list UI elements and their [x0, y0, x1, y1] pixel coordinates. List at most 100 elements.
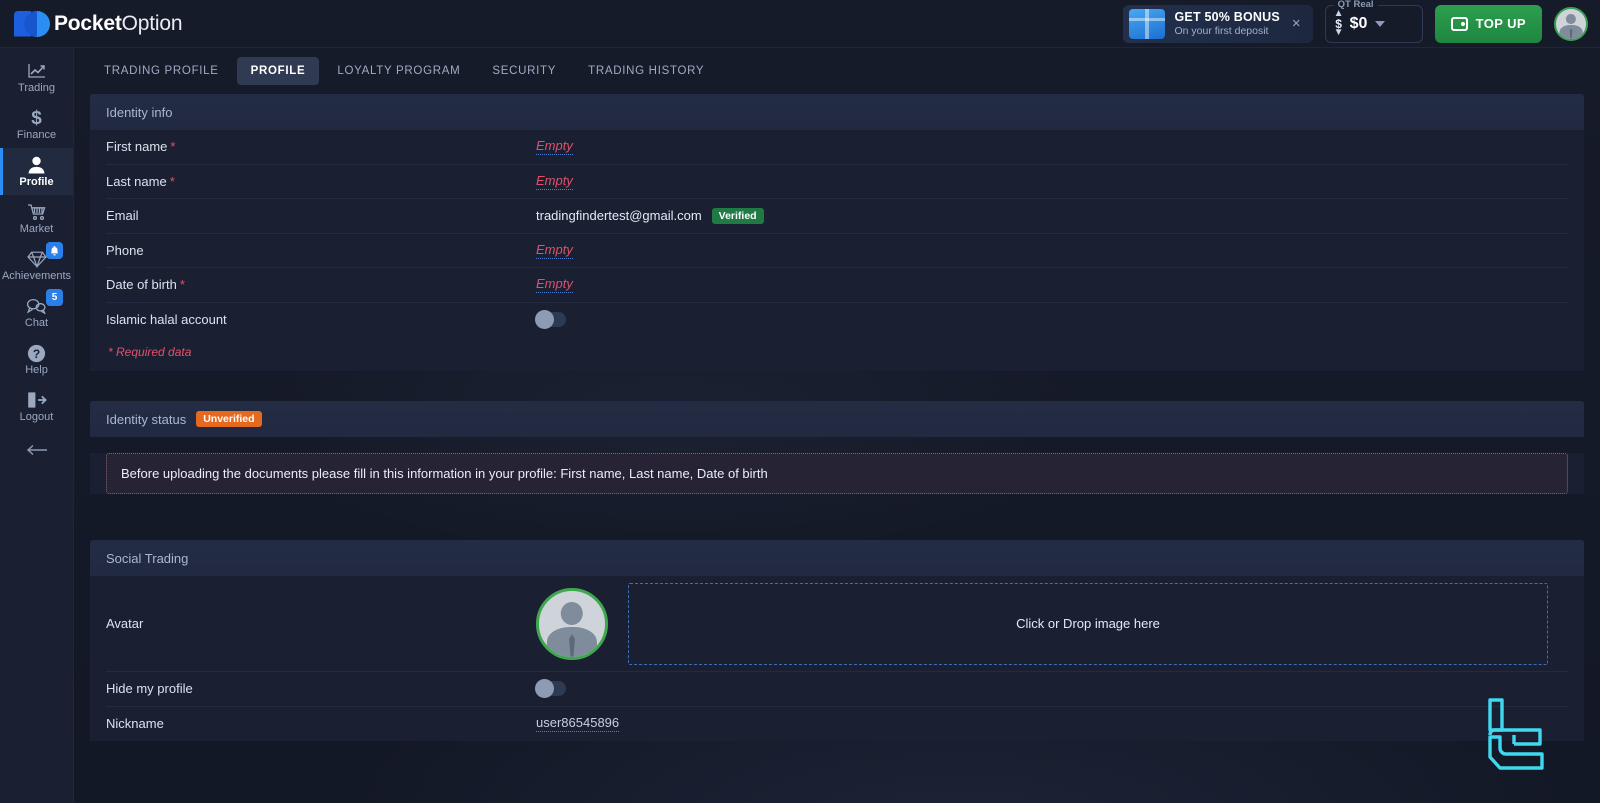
- account-type-label: QT Real: [1333, 0, 1378, 10]
- updown-arrows-icon[interactable]: ▲ $ ▼: [1334, 9, 1344, 38]
- row-date-of-birth: Date of birth * Empty: [106, 268, 1568, 303]
- app-root: PocketOption GET 50% BONUS On your first…: [0, 0, 1600, 803]
- tab-trading-profile[interactable]: TRADING PROFILE: [90, 57, 233, 85]
- avatar-dropzone[interactable]: Click or Drop image here: [628, 582, 1548, 665]
- top-up-label: TOP UP: [1475, 16, 1526, 31]
- sidebar-item-finance[interactable]: $ Finance: [0, 101, 73, 148]
- row-label: Date of birth *: [106, 277, 536, 292]
- profile-tabs: TRADING PROFILE PROFILE LOYALTY PROGRAM …: [74, 48, 1600, 94]
- section-title: Social Trading: [106, 550, 189, 566]
- main-content: TRADING PROFILE PROFILE LOYALTY PROGRAM …: [74, 48, 1600, 803]
- tab-profile[interactable]: PROFILE: [236, 57, 320, 85]
- row-value: Empty: [536, 276, 573, 294]
- logout-icon: [27, 390, 47, 410]
- identity-info-heading: Identity info: [90, 94, 1584, 130]
- required-asterisk: *: [170, 139, 176, 155]
- pocketoption-logo-icon: [14, 9, 50, 39]
- bonus-banner[interactable]: GET 50% BONUS On your first deposit ×: [1122, 4, 1313, 43]
- row-label: Last name *: [106, 174, 536, 189]
- identity-status-heading: Identity status Unverified: [90, 401, 1584, 437]
- row-hide-my-profile: Hide my profile: [106, 672, 1568, 707]
- row-label: Phone: [106, 243, 536, 258]
- sidebar-collapse-button[interactable]: [0, 430, 73, 470]
- nickname-value[interactable]: user86545896: [536, 715, 620, 733]
- tab-security[interactable]: SECURITY: [478, 57, 570, 85]
- top-bar-right: GET 50% BONUS On your first deposit × QT…: [1122, 0, 1588, 43]
- cart-icon: [27, 202, 47, 222]
- brand-name: PocketOption: [54, 11, 183, 36]
- avatar-label: Avatar: [106, 616, 144, 631]
- user-icon: [28, 155, 45, 175]
- row-value: tradingfindertest@gmail.com Verified: [536, 207, 764, 224]
- hide-profile-toggle[interactable]: [535, 679, 566, 699]
- row-avatar: Avatar Click or Drop image here: [106, 576, 1568, 672]
- islamic-halal-label: Islamic halal account: [106, 312, 227, 328]
- sidebar-item-logout[interactable]: Logout: [0, 383, 73, 430]
- brand-name-light: Option: [121, 11, 183, 35]
- sidebar-item-trading[interactable]: Trading: [0, 54, 73, 101]
- bonus-title: GET 50% BONUS: [1174, 10, 1280, 24]
- row-value: [535, 679, 566, 699]
- status-badge: Unverified: [196, 411, 262, 427]
- chat-bubble-icon: [26, 296, 47, 316]
- dropzone-label: Click or Drop image here: [1016, 616, 1160, 631]
- gift-box-icon: [1128, 8, 1165, 39]
- social-trading-heading: Social Trading: [90, 540, 1584, 576]
- row-label: First name *: [106, 139, 536, 154]
- sidebar-item-label: Trading: [18, 82, 55, 94]
- phone-value[interactable]: Empty: [536, 242, 573, 259]
- row-email: Email tradingfindertest@gmail.com Verifi…: [106, 199, 1568, 234]
- dollar-icon: $: [31, 107, 42, 129]
- first-name-value[interactable]: Empty: [536, 138, 573, 156]
- top-up-button[interactable]: TOP UP: [1434, 4, 1542, 43]
- sidebar-item-label: Market: [19, 223, 54, 235]
- sidebar-item-achievements[interactable]: Achievements: [0, 242, 73, 289]
- svg-text:?: ?: [33, 347, 40, 361]
- achievements-bell-badge[interactable]: [46, 242, 63, 259]
- question-circle-icon: ?: [27, 343, 46, 363]
- section-title: Identity info: [106, 104, 173, 120]
- date-of-birth-value[interactable]: Empty: [536, 276, 573, 294]
- islamic-halal-toggle[interactable]: [535, 310, 566, 330]
- chevron-down-icon[interactable]: [1375, 20, 1386, 27]
- tab-loyalty-program[interactable]: LOYALTY PROGRAM: [323, 57, 474, 85]
- sidebar-item-label: Profile: [19, 176, 54, 188]
- row-last-name: Last name * Empty: [106, 165, 1568, 199]
- balance-amount: $0: [1349, 14, 1368, 32]
- row-value: [535, 310, 566, 330]
- user-avatar-icon[interactable]: [1554, 6, 1588, 41]
- required-data-note: * Required data: [108, 345, 192, 359]
- first-name-label: First name: [106, 139, 168, 155]
- chart-line-icon: [27, 61, 47, 81]
- row-label: Islamic halal account: [106, 312, 536, 327]
- row-value: user86545896: [536, 715, 620, 733]
- avatar[interactable]: [536, 587, 608, 660]
- balance-selector[interactable]: QT Real ▲ $ ▼ $0: [1324, 0, 1423, 43]
- sidebar-item-label: Finance: [16, 129, 57, 141]
- identity-status-panel: Identity status Unverified Before upload…: [90, 401, 1584, 494]
- email-value: tradingfindertest@gmail.com: [536, 208, 702, 224]
- sidebar-item-help[interactable]: ? Help: [0, 336, 73, 383]
- diamond-icon: [26, 249, 47, 269]
- phone-label: Phone: [106, 242, 144, 258]
- required-asterisk: *: [169, 173, 175, 189]
- sidebar-item-market[interactable]: Market: [0, 195, 73, 242]
- tab-trading-history[interactable]: TRADING HISTORY: [574, 57, 718, 85]
- sidebar-item-chat[interactable]: 5 Chat: [0, 289, 73, 336]
- close-icon[interactable]: ×: [1292, 16, 1301, 31]
- sidebar-item-label: Help: [25, 364, 48, 376]
- brand-logo[interactable]: PocketOption: [14, 9, 183, 39]
- row-label: Email: [106, 208, 536, 223]
- last-name-value[interactable]: Empty: [536, 173, 573, 190]
- sidebar-item-profile[interactable]: Profile: [0, 148, 73, 195]
- row-nickname: Nickname user86545896: [106, 707, 1568, 742]
- required-asterisk: *: [179, 277, 185, 293]
- row-phone: Phone Empty: [106, 234, 1568, 268]
- wallet-icon: [1450, 16, 1468, 31]
- sidebar-item-label: Chat: [24, 317, 49, 329]
- chat-unread-badge[interactable]: 5: [46, 289, 63, 306]
- sidebar-item-label: Achievements: [1, 270, 72, 282]
- row-value: Empty: [536, 242, 573, 259]
